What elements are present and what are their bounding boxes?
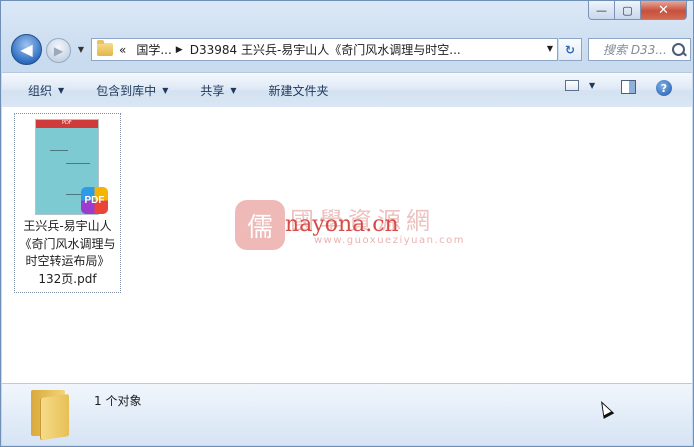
command-toolbar: 组织 ▼ 包含到库中 ▼ 共享 ▼ 新建文件夹 ▼ ? [2, 72, 692, 108]
folder-icon [31, 390, 71, 440]
breadcrumb-overflow[interactable]: « [119, 43, 126, 57]
include-in-library-button[interactable]: 包含到库中 ▼ [86, 82, 178, 99]
maximize-button[interactable]: ▢ [615, 1, 641, 20]
pdf-icon: PDF [81, 187, 108, 214]
refresh-button[interactable]: ↻ [559, 38, 582, 61]
search-placeholder: 搜索 D33... [603, 43, 667, 57]
new-folder-button[interactable]: 新建文件夹 [259, 82, 339, 99]
history-dropdown-icon[interactable]: ▼ [76, 44, 86, 54]
share-button[interactable]: 共享 ▼ [190, 82, 246, 99]
chevron-down-icon: ▼ [230, 85, 237, 95]
chevron-down-icon: ▼ [58, 85, 65, 95]
file-name-line: 王兴兵-易宇山人 [23, 219, 112, 233]
search-input[interactable]: 搜索 D33... [588, 38, 691, 61]
refresh-icon: ↻ [564, 42, 576, 57]
preview-pane-button[interactable] [621, 80, 636, 94]
minimize-button[interactable]: — [588, 1, 615, 20]
help-button[interactable]: ? [656, 80, 672, 96]
organize-label: 组织 [28, 83, 53, 98]
thumbnail-band-label: PDF [62, 120, 72, 126]
explorer-window: — ▢ ✕ ◀ ▶ ▼ « 国学... ▶ D33984 王兴兵-易宇山人《奇门… [0, 0, 694, 447]
caption-buttons: — ▢ ✕ [588, 1, 687, 20]
thumbnail-text-line [66, 163, 90, 164]
organize-button[interactable]: 组织 ▼ [18, 82, 74, 99]
help-icon: ? [656, 80, 672, 96]
file-item-pdf[interactable]: PDF PDF 王兴兵-易宇山人 《奇门风水调理与 时空转运布局》 132页.p… [14, 113, 121, 293]
file-name[interactable]: 王兴兵-易宇山人 《奇门风水调理与 时空转运布局》 132页.pdf [15, 218, 120, 288]
arrow-right-icon: ▶ [53, 43, 64, 58]
close-button[interactable]: ✕ [641, 1, 687, 20]
navigation-bar: ◀ ▶ ▼ « 国学... ▶ D33984 王兴兵-易宇山人《奇门风水调理与时… [11, 34, 691, 66]
folder-icon [97, 40, 113, 56]
details-pane: 1 个对象 [2, 383, 692, 445]
file-name-line: 《奇门风水调理与 [19, 236, 116, 251]
arrow-left-icon: ◀ [20, 40, 33, 59]
thumbnail-band: PDF [36, 120, 98, 128]
thumbnail-text-line [50, 150, 68, 151]
forward-button[interactable]: ▶ [46, 38, 71, 63]
breadcrumb-item-guoxue[interactable]: 国学... [136, 41, 171, 58]
watermark-domain: nayona.cn [285, 212, 399, 237]
back-button[interactable]: ◀ [11, 34, 42, 65]
chevron-down-icon: ▼ [589, 81, 596, 90]
pdf-badge-label: PDF [84, 195, 105, 206]
share-label: 共享 [200, 83, 225, 98]
file-name-line: 132页.pdf [38, 271, 97, 286]
watermark-url: www.guoxueziyuan.com [314, 235, 465, 246]
address-dropdown-icon[interactable]: ▼ [547, 44, 553, 53]
view-options-button[interactable]: ▼ [565, 80, 595, 91]
thumbnail-text-line [66, 194, 82, 195]
item-count: 1 个对象 [94, 394, 142, 408]
address-bar[interactable]: « 国学... ▶ D33984 王兴兵-易宇山人《奇门风水调理与时空... ▼ [91, 38, 558, 61]
view-icon [565, 80, 579, 91]
preview-pane-icon [621, 80, 636, 94]
file-name-line: 时空转运布局》 [25, 254, 110, 268]
file-list-area[interactable]: PDF PDF 王兴兵-易宇山人 《奇门风水调理与 时空转运布局》 132页.p… [2, 107, 692, 383]
new-folder-label: 新建文件夹 [268, 83, 329, 98]
watermark-logo: 儒 [235, 200, 285, 250]
breadcrumb-separator-icon[interactable]: ▶ [176, 45, 183, 55]
breadcrumb-item-current[interactable]: D33984 王兴兵-易宇山人《奇门风水调理与时空... [190, 41, 461, 58]
search-icon[interactable] [672, 43, 685, 56]
include-in-library-label: 包含到库中 [96, 83, 157, 98]
chevron-down-icon: ▼ [162, 85, 169, 95]
